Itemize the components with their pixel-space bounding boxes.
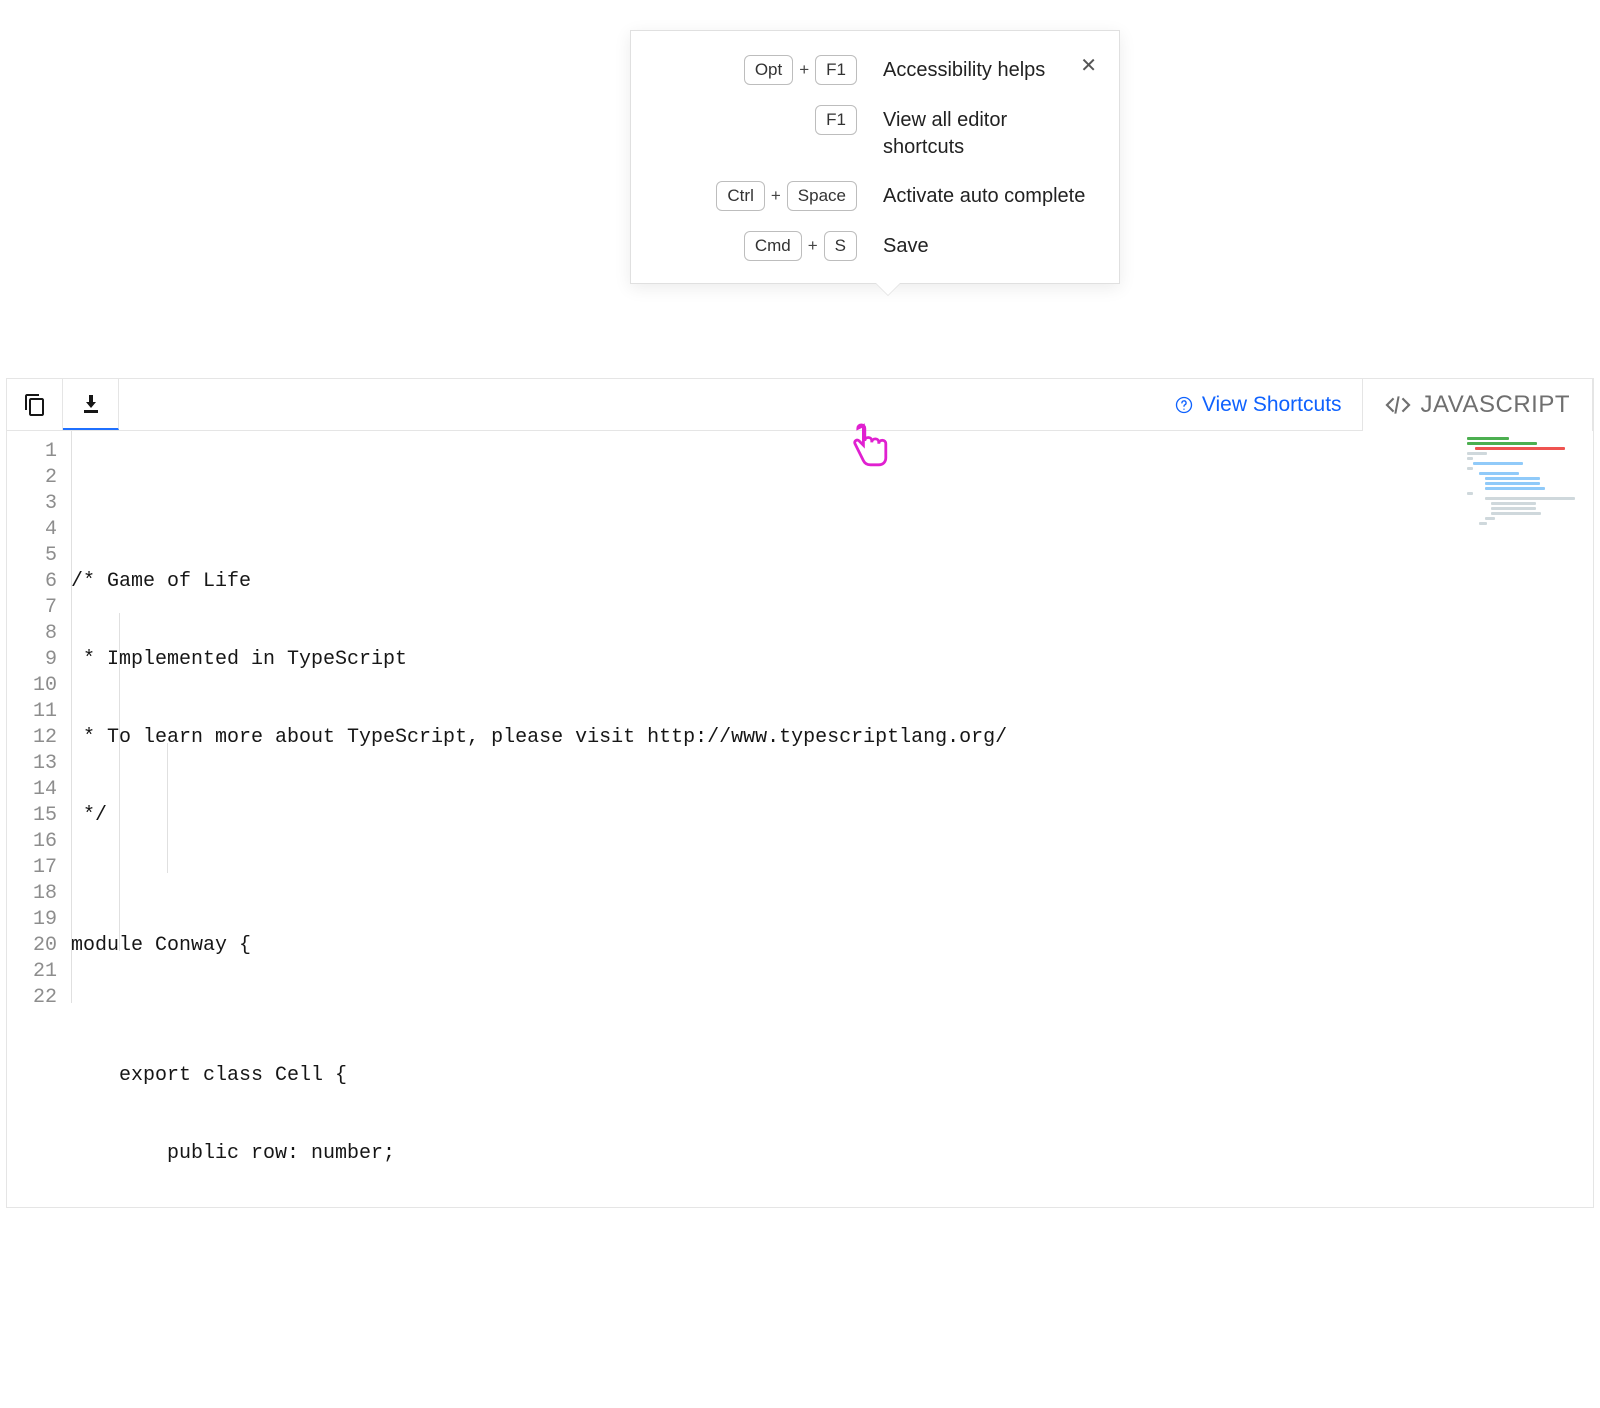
pointer-cursor-icon <box>845 420 893 476</box>
key-plus: + <box>799 60 809 80</box>
code-line: public row: number; <box>71 1141 1593 1167</box>
code-editor: View Shortcuts JAVASCRIPT 1 2 3 4 5 6 7 … <box>6 378 1594 1208</box>
help-icon <box>1174 395 1194 415</box>
line-number: 9 <box>7 647 57 673</box>
shortcut-desc: Activate auto complete <box>883 181 1093 210</box>
copy-button[interactable] <box>7 379 63 430</box>
code-icon <box>1385 392 1411 418</box>
code-line: export class Cell { <box>71 1063 1593 1089</box>
line-number: 7 <box>7 595 57 621</box>
close-icon[interactable]: ✕ <box>1080 53 1097 78</box>
line-number: 22 <box>7 985 57 1011</box>
keycap: F1 <box>815 55 857 85</box>
key-plus: + <box>771 186 781 206</box>
line-number: 8 <box>7 621 57 647</box>
line-number: 3 <box>7 491 57 517</box>
shortcuts-popover: ✕ Opt + F1 Accessibility helps F1 View a… <box>630 30 1120 284</box>
line-gutter: 1 2 3 4 5 6 7 8 9 10 11 12 13 14 15 16 1… <box>7 431 71 1207</box>
line-number: 15 <box>7 803 57 829</box>
line-number: 13 <box>7 751 57 777</box>
line-number: 1 <box>7 439 57 465</box>
language-tab[interactable]: JAVASCRIPT <box>1362 378 1593 431</box>
keycap: Opt <box>744 55 793 85</box>
code-line: module Conway { <box>71 933 1593 959</box>
line-number: 11 <box>7 699 57 725</box>
shortcut-row: Cmd + S Save <box>657 231 1093 261</box>
line-number: 18 <box>7 881 57 907</box>
minimap[interactable] <box>1467 437 1587 529</box>
keycap: Ctrl <box>716 181 764 211</box>
line-number: 19 <box>7 907 57 933</box>
code-line: * To learn more about TypeScript, please… <box>71 725 1593 751</box>
download-button[interactable] <box>63 379 119 430</box>
shortcut-desc: Accessibility helps <box>883 55 1093 84</box>
line-number: 12 <box>7 725 57 751</box>
keycap: S <box>824 231 857 261</box>
line-number: 14 <box>7 777 57 803</box>
line-number: 10 <box>7 673 57 699</box>
keycap: Space <box>787 181 857 211</box>
keycap: Cmd <box>744 231 802 261</box>
language-label: JAVASCRIPT <box>1421 391 1570 419</box>
shortcut-row: Opt + F1 Accessibility helps <box>657 55 1093 85</box>
line-number: 17 <box>7 855 57 881</box>
code-line: * Implemented in TypeScript <box>71 647 1593 673</box>
line-number: 2 <box>7 465 57 491</box>
code-line: /* Game of Life <box>71 569 1593 595</box>
line-number: 21 <box>7 959 57 985</box>
keycap: F1 <box>815 105 857 135</box>
code-area[interactable]: /* Game of Life * Implemented in TypeScr… <box>71 431 1593 1207</box>
shortcut-desc: Save <box>883 231 1093 260</box>
shortcut-desc: View all editor shortcuts <box>883 105 1093 161</box>
editor-body[interactable]: 1 2 3 4 5 6 7 8 9 10 11 12 13 14 15 16 1… <box>7 431 1593 1207</box>
code-line: */ <box>71 803 1593 829</box>
line-number: 16 <box>7 829 57 855</box>
editor-toolbar: View Shortcuts JAVASCRIPT <box>7 379 1593 431</box>
line-number: 6 <box>7 569 57 595</box>
view-shortcuts-link[interactable]: View Shortcuts <box>1154 379 1362 430</box>
shortcut-row: F1 View all editor shortcuts <box>657 105 1093 161</box>
key-plus: + <box>808 236 818 256</box>
view-shortcuts-label: View Shortcuts <box>1202 393 1342 417</box>
line-number: 4 <box>7 517 57 543</box>
shortcut-row: Ctrl + Space Activate auto complete <box>657 181 1093 211</box>
line-number: 20 <box>7 933 57 959</box>
line-number: 5 <box>7 543 57 569</box>
